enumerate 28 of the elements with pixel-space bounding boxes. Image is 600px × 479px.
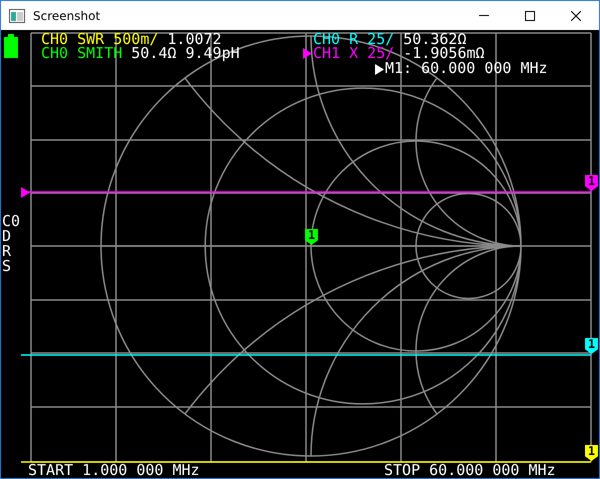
app-icon bbox=[9, 8, 25, 22]
marker-flag: 1 bbox=[585, 445, 598, 461]
trace-reading: 50.4Ω 9.49pH bbox=[131, 46, 240, 61]
marker-frequency: M1: 60.000 000 MHz bbox=[385, 61, 548, 76]
reference-pointer-icon bbox=[21, 187, 30, 198]
trace-label[interactable]: CH0 SWR 500m/ bbox=[31, 32, 158, 47]
marker-flag: 1 bbox=[305, 229, 318, 245]
trace-reading: -1.9056mΩ bbox=[403, 46, 485, 61]
marker-flag: 1 bbox=[585, 175, 598, 191]
minimize-icon bbox=[479, 15, 489, 16]
trace-label[interactable]: CH0 SMITH bbox=[31, 46, 122, 61]
side-menu-item[interactable]: D bbox=[2, 229, 12, 244]
sweep-start: START 1.000 000 MHz bbox=[28, 463, 200, 478]
marker-pointer-icon bbox=[375, 64, 384, 75]
active-trace-pointer-icon bbox=[303, 48, 313, 59]
trace-label[interactable]: CH0 R 25/ bbox=[303, 32, 394, 47]
sweep-stop: STOP 60.000 000 MHz bbox=[384, 463, 556, 478]
side-menu-item[interactable]: S bbox=[2, 259, 12, 274]
marker-flag: 1 bbox=[585, 338, 598, 354]
side-menu-item[interactable]: R bbox=[2, 244, 12, 259]
trace-reading: 1.0072 bbox=[167, 32, 222, 47]
trace-label[interactable]: CH1 X 25/ bbox=[303, 46, 394, 61]
close-icon bbox=[571, 10, 581, 20]
window-title: Screenshot bbox=[33, 8, 102, 22]
battery-icon bbox=[4, 34, 18, 58]
trace-reading: 50.362Ω bbox=[403, 32, 466, 47]
maximize-icon bbox=[525, 10, 535, 20]
side-menu-item[interactable]: C0 bbox=[2, 214, 20, 229]
